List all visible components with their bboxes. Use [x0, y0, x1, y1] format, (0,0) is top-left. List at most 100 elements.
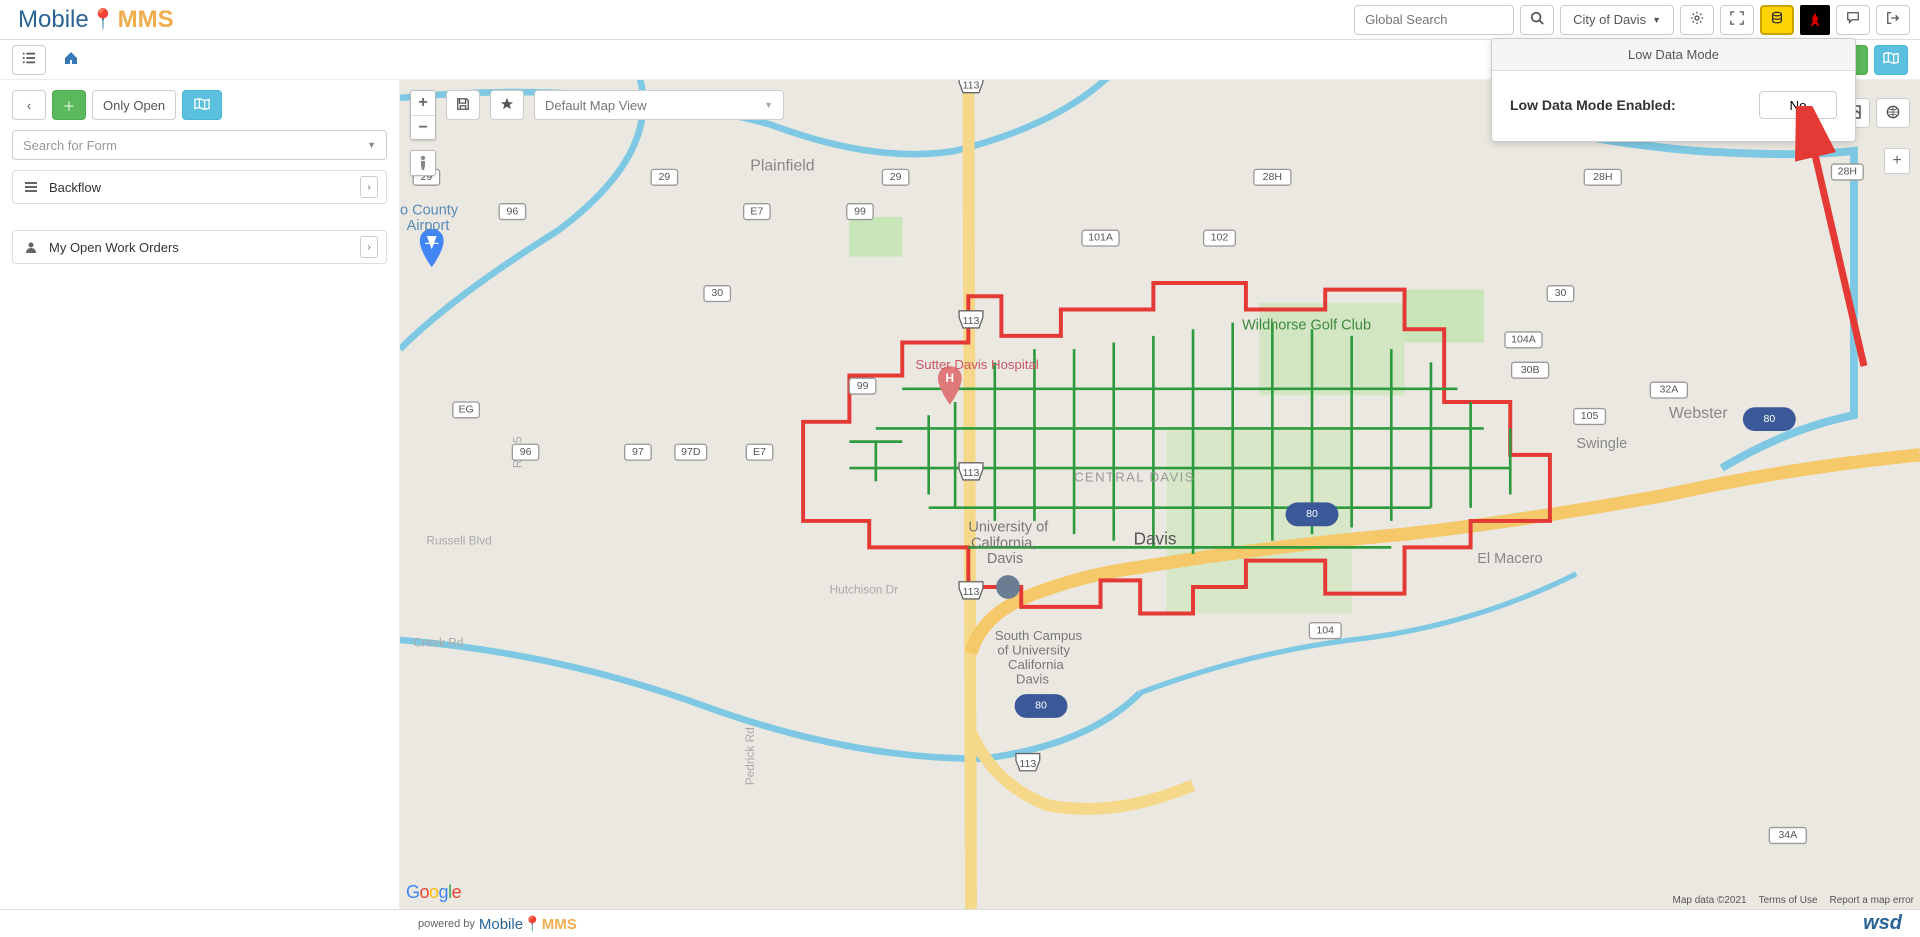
- low-data-mode-button[interactable]: [1760, 5, 1794, 35]
- city-dropdown[interactable]: City of Davis ▼: [1560, 5, 1674, 35]
- list-icon: [21, 181, 41, 193]
- map-data-label: Map data ©2021: [1673, 895, 1747, 906]
- list-view-button[interactable]: [12, 45, 46, 75]
- sidebar-item-label: Backflow: [49, 180, 360, 195]
- footer-logo: Mobile📍MMS: [479, 915, 577, 933]
- logout-icon: [1886, 11, 1900, 28]
- gear-icon: [1690, 11, 1704, 28]
- map-zoom-controls: + −: [410, 90, 436, 176]
- svg-text:80: 80: [1763, 413, 1775, 425]
- google-logo: Google: [406, 882, 461, 903]
- caret-down-icon: ▼: [367, 140, 376, 150]
- logout-button[interactable]: [1876, 5, 1910, 35]
- svg-text:113: 113: [963, 80, 980, 92]
- chevron-right-icon[interactable]: ›: [360, 176, 378, 198]
- label-davis: Davis: [1134, 529, 1177, 549]
- label-swingle: Swingle: [1576, 436, 1627, 452]
- label-creek: Creek Rd: [413, 636, 463, 650]
- svg-text:EG: EG: [458, 404, 473, 416]
- sidebar-item-label: My Open Work Orders: [49, 240, 360, 255]
- label-uc1: University of: [968, 520, 1049, 536]
- svg-text:113: 113: [963, 315, 980, 327]
- streetview-pegman[interactable]: [410, 150, 436, 176]
- map-toggle-button[interactable]: [182, 90, 222, 120]
- svg-text:99: 99: [854, 205, 866, 217]
- popover-label: Low Data Mode Enabled:: [1510, 97, 1676, 113]
- subbar-map-button[interactable]: [1874, 45, 1908, 75]
- svg-text:96: 96: [520, 446, 532, 458]
- svg-text:30: 30: [1555, 287, 1567, 299]
- only-open-button[interactable]: Only Open: [92, 90, 176, 120]
- terms-link[interactable]: Terms of Use: [1759, 895, 1818, 906]
- chat-icon: [1846, 11, 1860, 28]
- svg-text:99: 99: [857, 380, 869, 392]
- svg-text:104A: 104A: [1511, 334, 1537, 346]
- label-uc2: California,: [971, 535, 1036, 551]
- svg-text:H: H: [946, 371, 955, 385]
- svg-text:102: 102: [1211, 232, 1229, 244]
- database-icon: [1770, 11, 1784, 28]
- home-icon: [63, 50, 79, 69]
- sidebar-item-backflow[interactable]: Backflow ›: [12, 170, 387, 204]
- plus-icon: ＋: [63, 96, 76, 115]
- save-map-button[interactable]: [446, 90, 480, 120]
- compress-button[interactable]: [1720, 5, 1754, 35]
- caret-down-icon: ▼: [1652, 15, 1661, 25]
- map-container[interactable]: H Plainfield o County Airport Wildhorse …: [400, 80, 1920, 909]
- chevron-right-icon[interactable]: ›: [360, 236, 378, 258]
- svg-text:29: 29: [890, 171, 902, 183]
- map-icon: [1883, 51, 1899, 68]
- compress-icon: [1730, 11, 1744, 28]
- search-button[interactable]: [1520, 5, 1554, 35]
- zoom-out-button[interactable]: −: [411, 115, 435, 139]
- svg-text:80: 80: [1035, 700, 1047, 712]
- globe-button[interactable]: [1876, 98, 1910, 128]
- label-s4: Davis: [1016, 672, 1049, 687]
- popover-title: Low Data Mode: [1492, 39, 1855, 71]
- low-data-toggle[interactable]: No: [1759, 91, 1837, 119]
- svg-text:105: 105: [1581, 410, 1599, 422]
- map-canvas[interactable]: H Plainfield o County Airport Wildhorse …: [400, 80, 1920, 909]
- svg-text:29: 29: [658, 171, 670, 183]
- svg-text:E7: E7: [750, 205, 763, 217]
- app-logo: Mobile 📍 MMS: [18, 6, 174, 34]
- svg-text:28H: 28H: [1838, 166, 1857, 178]
- label-s1: South Campus: [995, 628, 1083, 643]
- pin-icon: 📍: [91, 7, 116, 32]
- chat-button[interactable]: [1836, 5, 1870, 35]
- map-add-layer-button[interactable]: +: [1884, 148, 1910, 174]
- globe-icon: [1886, 105, 1900, 122]
- svg-text:101A: 101A: [1088, 232, 1114, 244]
- search-icon: [1530, 11, 1544, 28]
- favorite-map-button[interactable]: [490, 90, 524, 120]
- add-button[interactable]: ＋: [52, 90, 86, 120]
- svg-text:97: 97: [632, 446, 644, 458]
- map-toolbar: Default Map View ▼: [446, 90, 784, 120]
- label-hospital: Sutter Davis Hospital: [915, 357, 1038, 372]
- list-icon: [22, 51, 36, 68]
- svg-text:80: 80: [1306, 508, 1318, 520]
- sidebar-item-work-orders[interactable]: My Open Work Orders ›: [12, 230, 387, 264]
- caret-down-icon: ▼: [764, 100, 773, 110]
- sidebar: ‹ ＋ Only Open Search for Form ▼: [0, 80, 400, 909]
- map-view-select[interactable]: Default Map View ▼: [534, 90, 784, 120]
- home-button[interactable]: [54, 45, 88, 75]
- svg-text:97D: 97D: [681, 446, 701, 458]
- back-button[interactable]: ‹: [12, 90, 46, 120]
- map-icon: [194, 97, 210, 114]
- user-avatar[interactable]: [1800, 5, 1830, 35]
- report-error-link[interactable]: Report a map error: [1830, 895, 1914, 906]
- svg-text:113: 113: [963, 467, 980, 479]
- zoom-in-button[interactable]: +: [411, 91, 435, 115]
- svg-text:28H: 28H: [1593, 171, 1612, 183]
- label-s3: California: [1008, 657, 1064, 672]
- label-pedrick: Pedrick Rd: [743, 727, 757, 785]
- svg-text:28H: 28H: [1263, 171, 1282, 183]
- label-elmacero: El Macero: [1477, 551, 1542, 567]
- label-uc3: Davis: [987, 551, 1023, 567]
- global-search-input[interactable]: [1354, 5, 1514, 35]
- search-form-select[interactable]: Search for Form ▼: [12, 130, 387, 160]
- settings-button[interactable]: [1680, 5, 1714, 35]
- low-data-mode-popover: Low Data Mode Low Data Mode Enabled: No: [1491, 38, 1856, 142]
- svg-text:104: 104: [1316, 624, 1334, 636]
